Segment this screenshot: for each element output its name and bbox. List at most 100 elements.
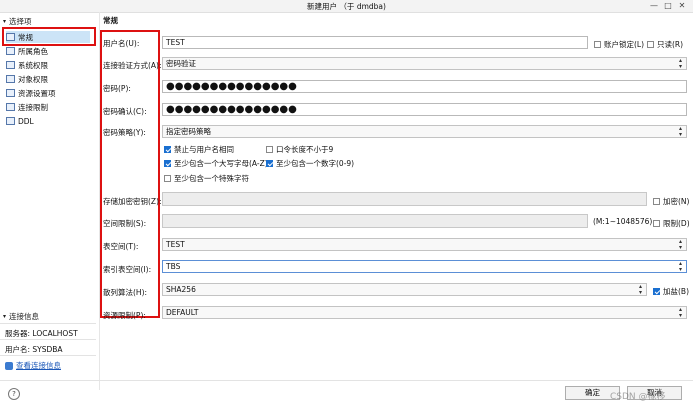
minimize-button[interactable]: — — [647, 0, 661, 11]
index-ts-value: TBS — [166, 262, 181, 271]
info-icon — [5, 361, 13, 370]
checkbox-box — [653, 288, 660, 295]
tree-item-roles[interactable]: 所属角色 — [6, 45, 48, 57]
spinner-icon: ▴ ▾ — [678, 57, 682, 70]
conn-header-label: 连接信息 — [9, 312, 40, 321]
tree-item-label: DDL — [18, 116, 34, 126]
readonly-checkbox[interactable]: 只读(R) — [647, 39, 683, 50]
collapse-arrow-icon[interactable]: ▾ — [3, 313, 6, 320]
tablespace-select[interactable]: TEST ▴ ▾ — [162, 238, 687, 251]
limit-checkbox[interactable]: 限制(D) — [653, 218, 690, 229]
spinner-icon: ▴ ▾ — [678, 238, 682, 251]
hash-select[interactable]: SHA256 ▴ ▾ — [162, 283, 647, 296]
lock-checkbox[interactable]: 账户锁定(L) — [594, 39, 644, 50]
collapse-arrow-icon[interactable]: ▾ — [3, 18, 6, 25]
resource-label: 资源限制(P): — [103, 311, 146, 320]
divider — [0, 339, 96, 340]
tree-item-obj-privs[interactable]: 对象权限 — [6, 73, 48, 85]
lock-label: 账户锁定(L) — [604, 40, 645, 49]
policy-option-label: 口令长度不小于9 — [276, 145, 334, 154]
index-ts-label: 索引表空间(I): — [103, 265, 152, 274]
space-limit-input — [162, 214, 588, 228]
spinner-icon: ▴ ▾ — [678, 260, 682, 273]
readonly-label: 只读(R) — [657, 40, 684, 49]
tree-item-label: 资源设置项 — [18, 88, 56, 98]
policy-option-1[interactable]: 禁止与用户名相同 — [164, 144, 234, 155]
tree-item-resources[interactable]: 资源设置项 — [6, 87, 56, 99]
page-icon — [6, 89, 15, 97]
close-button[interactable]: ✕ — [675, 0, 689, 11]
spinner-icon: ▴ ▾ — [678, 306, 682, 319]
policy-option-label: 至少包含一个大写字母(A-Z) — [174, 159, 268, 168]
tree-item-label: 对象权限 — [18, 74, 48, 84]
section-title: 常规 — [103, 16, 118, 25]
enc-key-input — [162, 192, 647, 206]
page-icon — [6, 117, 15, 125]
server-info: 服务器: LOCALHOST — [5, 329, 78, 338]
hash-value: SHA256 — [166, 285, 196, 294]
checkbox-box — [164, 160, 171, 167]
view-conn-label: 查看连接信息 — [16, 361, 61, 370]
username-label: 用户名(U): — [103, 39, 140, 48]
tree-item-label: 系统权限 — [18, 60, 48, 70]
tree-header[interactable]: ▾ 选择项 — [3, 16, 32, 27]
title-bar: 新建用户 （于 dmdba) — □ ✕ — [0, 0, 693, 13]
policy-option-2[interactable]: 口令长度不小于9 — [266, 144, 333, 155]
encrypt-checkbox[interactable]: 加密(N) — [653, 196, 689, 207]
tree-item-conn-limit[interactable]: 连接限制 — [6, 101, 48, 113]
checkbox-box — [164, 146, 171, 153]
index-ts-select[interactable]: TBS ▴ ▾ — [162, 260, 687, 273]
conn-header[interactable]: ▾ 连接信息 — [3, 311, 39, 322]
hash-label: 散列算法(H): — [103, 288, 148, 297]
salt-label: 加盐(B) — [663, 287, 689, 296]
tree-item-ddl[interactable]: DDL — [6, 115, 34, 127]
tree-item-label: 所属角色 — [18, 46, 48, 56]
watermark: CSDN @橡移 — [610, 392, 666, 402]
policy-select[interactable]: 指定密码策略 ▴ ▾ — [162, 125, 687, 138]
footer-divider — [0, 380, 693, 381]
view-conn-link[interactable]: 查看连接信息 — [5, 360, 61, 371]
resource-select[interactable]: DEFAULT ▴ ▾ — [162, 306, 687, 319]
checkbox-box — [653, 220, 660, 227]
username-input[interactable]: TEST — [162, 36, 588, 49]
policy-option-label: 至少包含一个特殊字符 — [174, 174, 249, 183]
policy-option-5[interactable]: 至少包含一个特殊字符 — [164, 173, 249, 184]
page-icon — [6, 75, 15, 83]
space-limit-label: 空间限制(S): — [103, 219, 147, 228]
checkbox-box — [266, 146, 273, 153]
policy-label: 密码策略(Y): — [103, 128, 146, 137]
user-info: 用户名: SYSDBA — [5, 345, 63, 354]
tree-item-sys-privs[interactable]: 系统权限 — [6, 59, 48, 71]
spinner-icon: ▴ ▾ — [678, 125, 682, 138]
checkbox-box — [594, 41, 601, 48]
password-confirm-label: 密码确认(C): — [103, 107, 147, 116]
help-icon[interactable]: ? — [8, 388, 20, 400]
tablespace-value: TEST — [166, 240, 185, 249]
space-limit-range: (M:1~1048576) — [593, 217, 653, 226]
checkbox-box — [647, 41, 654, 48]
enc-key-label: 存储加密密钥(Z): — [103, 197, 162, 206]
tablespace-label: 表空间(T): — [103, 242, 139, 251]
divider — [0, 323, 96, 324]
resource-value: DEFAULT — [166, 308, 199, 317]
password-confirm-input[interactable]: ●●●●●●●●●●●●●●● — [162, 103, 687, 116]
checkbox-box — [653, 198, 660, 205]
auth-label: 连接验证方式(A): — [103, 61, 162, 70]
salt-checkbox[interactable]: 加盐(B) — [653, 286, 689, 297]
policy-option-3[interactable]: 至少包含一个大写字母(A-Z) — [164, 158, 268, 169]
spinner-icon: ▴ ▾ — [638, 283, 642, 296]
divider — [0, 355, 96, 356]
page-icon — [6, 61, 15, 69]
page-icon — [6, 103, 15, 111]
limit-label: 限制(D) — [663, 219, 690, 228]
auth-select[interactable]: 密码验证 ▴ ▾ — [162, 57, 687, 70]
password-input[interactable]: ●●●●●●●●●●●●●●● — [162, 80, 687, 93]
policy-option-label: 禁止与用户名相同 — [174, 145, 234, 154]
checkbox-box — [164, 175, 171, 182]
password-label: 密码(P): — [103, 84, 131, 93]
encrypt-label: 加密(N) — [663, 197, 690, 206]
policy-option-label: 至少包含一个数字(0-9) — [276, 159, 355, 168]
policy-option-4[interactable]: 至少包含一个数字(0-9) — [266, 158, 354, 169]
maximize-button[interactable]: □ — [661, 0, 675, 11]
auth-value: 密码验证 — [166, 59, 196, 68]
